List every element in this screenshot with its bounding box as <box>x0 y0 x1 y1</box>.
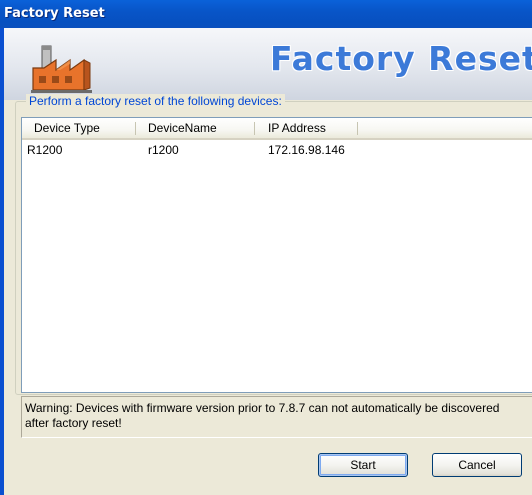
banner-title: Factory Reset <box>270 39 532 78</box>
column-separator[interactable] <box>357 122 358 135</box>
column-separator[interactable] <box>135 122 136 135</box>
header-banner: Factory Reset <box>4 28 532 100</box>
column-separator[interactable] <box>254 122 255 135</box>
title-bar[interactable]: Factory Reset <box>0 0 532 28</box>
column-header-ip-address[interactable]: IP Address <box>268 118 326 138</box>
device-list[interactable]: Device Type DeviceName IP Address R1200 … <box>21 117 532 393</box>
cell-device-name: r1200 <box>148 143 179 157</box>
warning-text: Warning: Devices with firmware version p… <box>25 401 500 430</box>
factory-icon <box>31 45 92 93</box>
window-title: Factory Reset <box>4 6 105 21</box>
table-row[interactable]: R1200 r1200 172.16.98.146 <box>22 142 532 159</box>
list-header: Device Type DeviceName IP Address <box>22 118 532 140</box>
cancel-button[interactable]: Cancel <box>432 453 522 477</box>
cell-ip-address: 172.16.98.146 <box>268 143 345 157</box>
column-header-device-name[interactable]: DeviceName <box>148 118 217 138</box>
column-header-device-type[interactable]: Device Type <box>34 118 100 138</box>
cell-device-type: R1200 <box>27 143 63 157</box>
warning-panel: Warning: Devices with firmware version p… <box>21 396 532 438</box>
factory-reset-dialog: Factory Reset Factory Reset Perform a fa… <box>0 0 532 495</box>
group-label: Perform a factory reset of the following… <box>26 94 285 108</box>
start-button[interactable]: Start <box>318 453 408 477</box>
